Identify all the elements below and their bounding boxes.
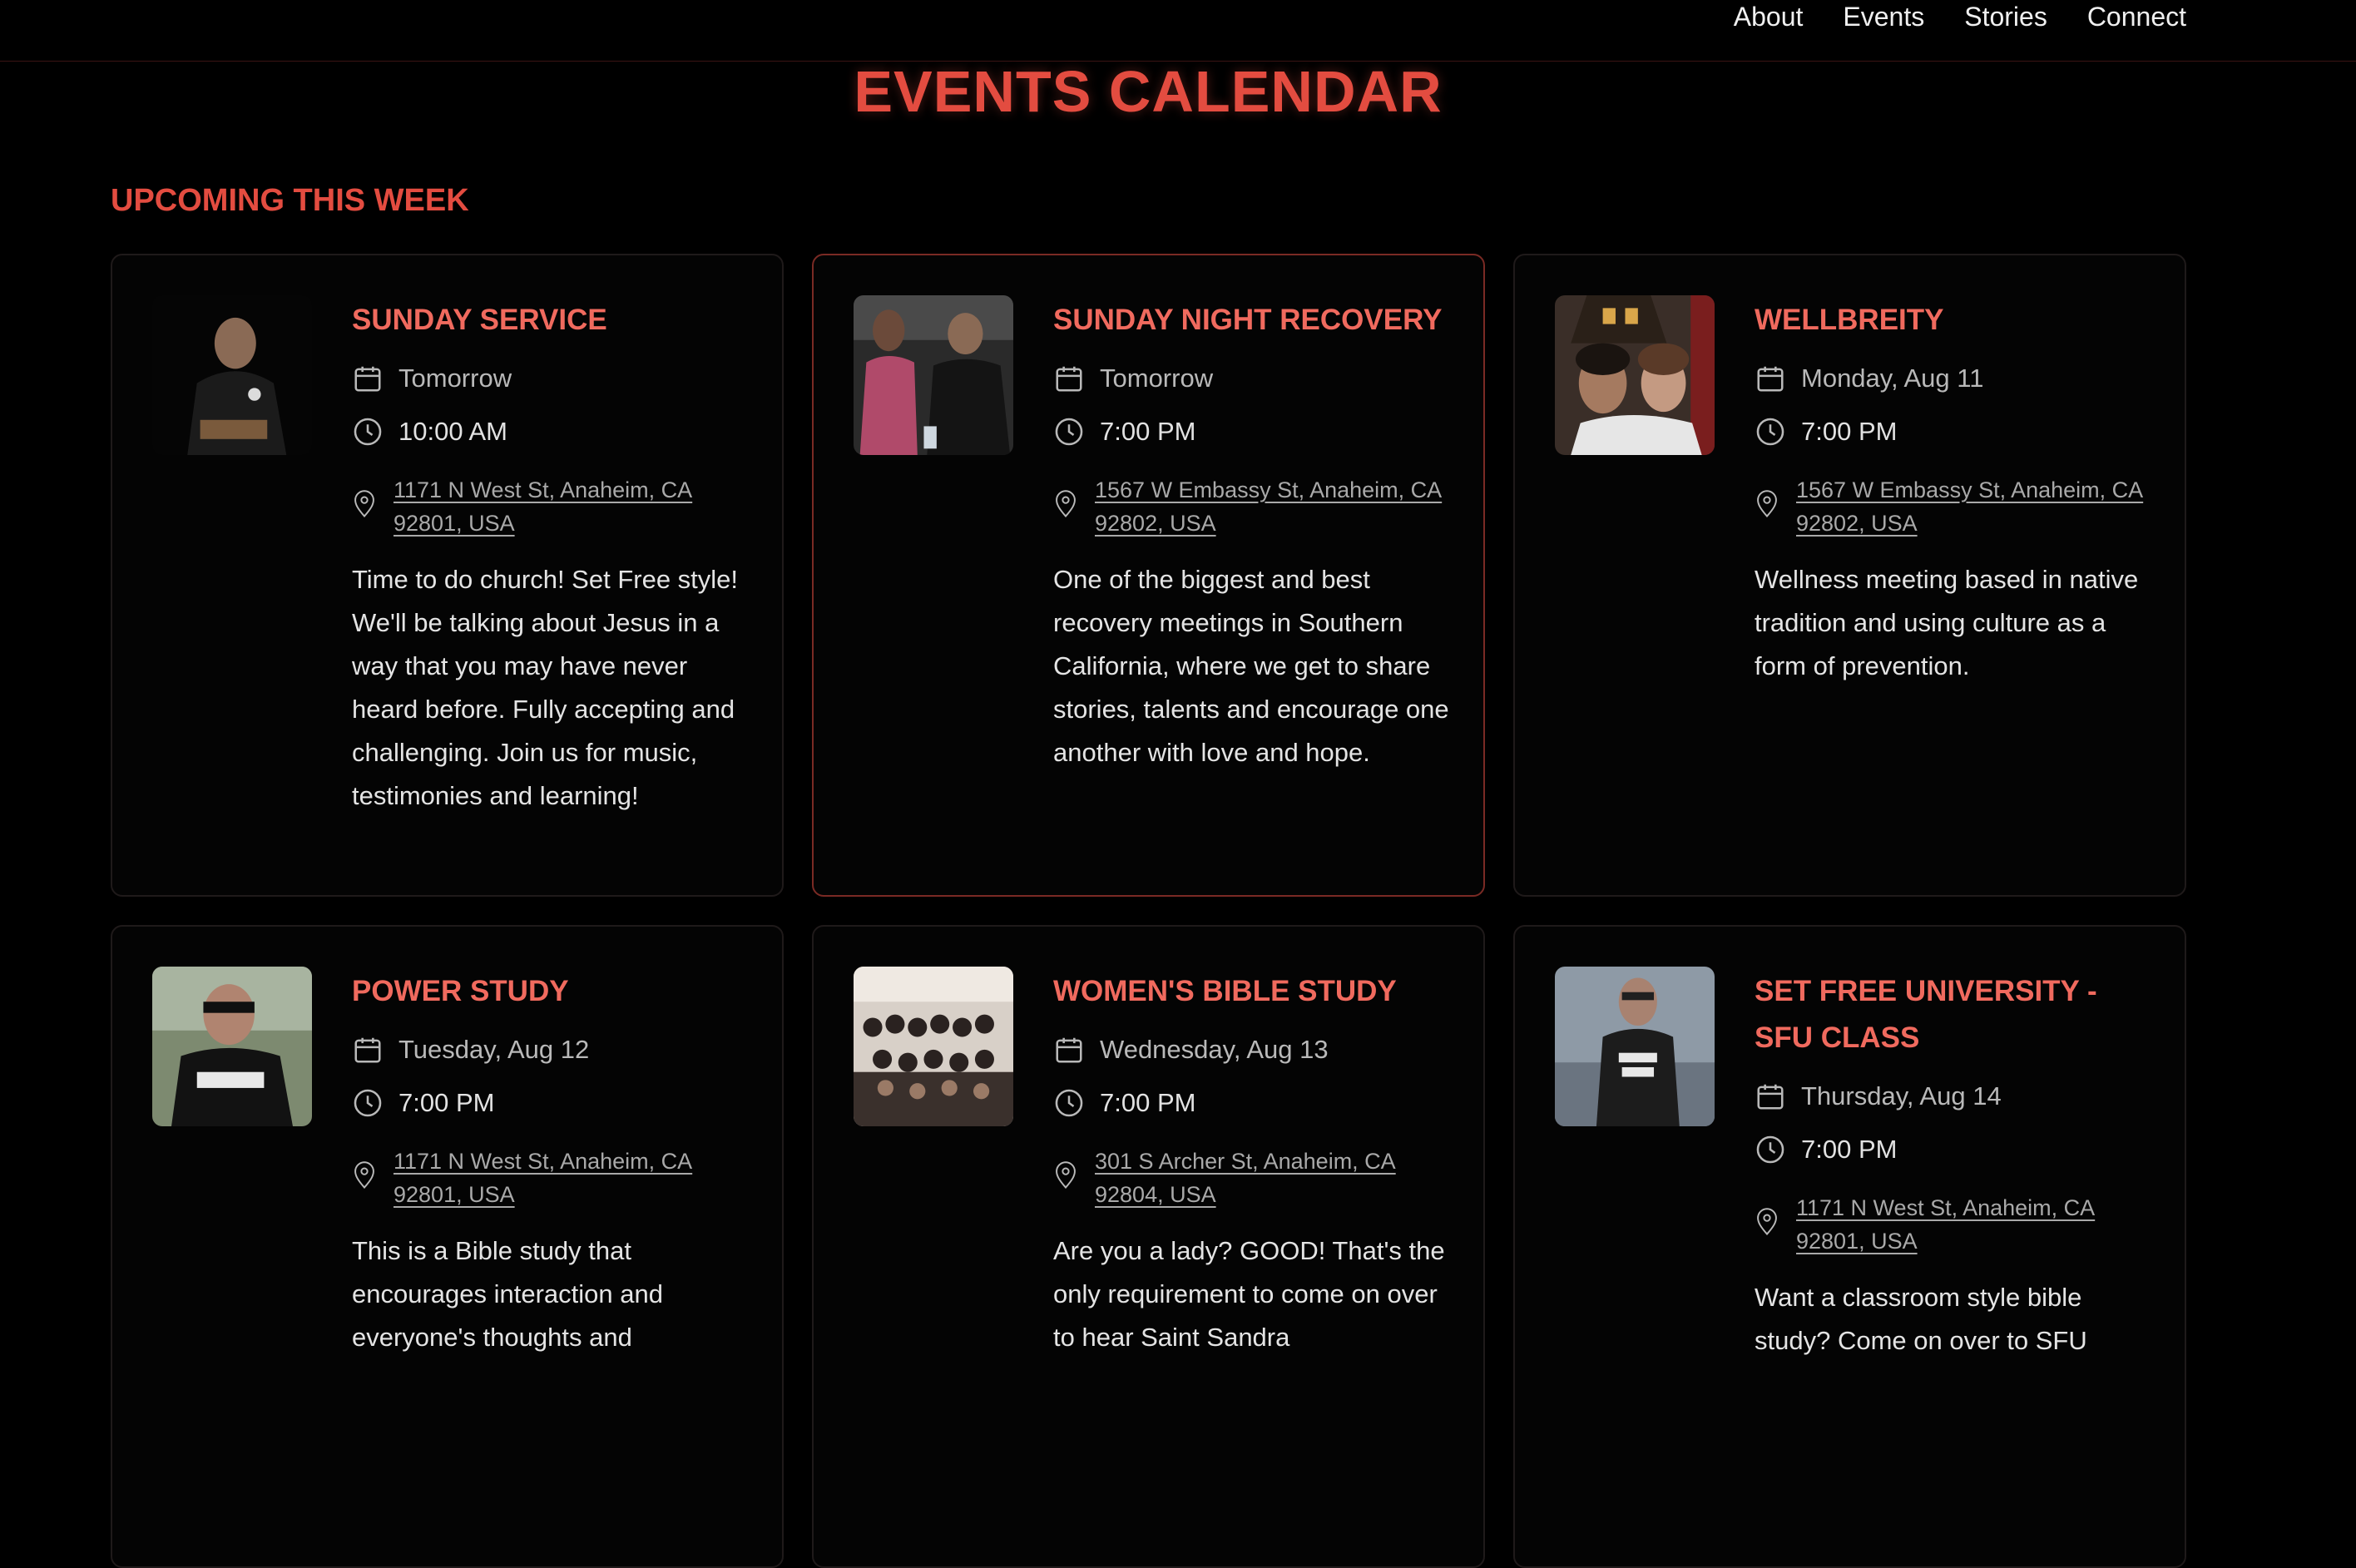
nav-link-events[interactable]: Events [1843,0,1924,33]
calendar-icon [1056,366,1082,392]
event-title: SUNDAY SERVICE [352,304,607,336]
event-description: This is a Bible study that encourages in… [352,1236,663,1352]
event-time-row: 7:00 PM [1755,405,2151,458]
event-location: 1171 N West St, Anaheim, CA 92801, USA [352,473,749,540]
top-navigation-bar: About Events Stories Connect [0,0,2356,62]
event-photo [1555,967,1715,1126]
event-title: WELLBREITY [1755,304,1944,336]
event-date: Wednesday, Aug 13 [1100,1035,1329,1064]
event-card-sunday-service[interactable]: SUNDAY SERVICE Tomorrow 10:00 AM 1171 N … [111,254,784,897]
event-time: 7:00 PM [1801,417,1898,446]
event-address-link[interactable]: 1171 N West St, Anaheim, CA 92801, USA [1796,1191,2151,1258]
event-date-row: Thursday, Aug 14 [1755,1070,2151,1123]
section-title: UPCOMING THIS WEEK [111,183,469,218]
map-pin-icon [1056,490,1076,518]
event-address-link[interactable]: 1567 W Embassy St, Anaheim, CA 92802, US… [1095,473,1450,540]
event-card-set-free-university[interactable]: SET FREE UNIVERSITY - SFU CLASS Thursday… [1513,925,2186,1568]
event-description: Time to do church! Set Free style! We'll… [352,565,739,810]
event-description: Wellness meeting based in native traditi… [1755,565,2139,680]
map-pin-icon [1757,1208,1777,1236]
event-date: Tomorrow [1100,364,1214,393]
event-card-sunday-night-recovery[interactable]: SUNDAY NIGHT RECOVERY Tomorrow 7:00 PM 1… [812,254,1485,897]
event-time-row: 7:00 PM [1755,1123,2151,1176]
event-time-row: 7:00 PM [1053,1076,1450,1130]
event-card-womens-bible-study[interactable]: WOMEN'S BIBLE STUDY Wednesday, Aug 13 7:… [812,925,1485,1568]
event-date-row: Monday, Aug 11 [1755,352,2151,405]
event-photo [1555,295,1715,455]
event-location: 1567 W Embassy St, Anaheim, CA 92802, US… [1755,473,2151,540]
event-date-row: Tuesday, Aug 12 [352,1023,749,1076]
clock-icon [1055,418,1083,446]
event-address-link[interactable]: 1171 N West St, Anaheim, CA 92801, USA [393,473,749,540]
event-time-row: 7:00 PM [1053,405,1450,458]
page-title: EVENTS CALENDAR [854,59,1443,124]
event-card-wellbreity[interactable]: WELLBREITY Monday, Aug 11 7:00 PM 1567 W… [1513,254,2186,897]
calendar-icon [1757,1084,1784,1110]
nav-link-connect[interactable]: Connect [2087,0,2186,33]
calendar-icon [1757,366,1784,392]
clock-icon [1756,418,1784,446]
event-address-link[interactable]: 1171 N West St, Anaheim, CA 92801, USA [393,1145,749,1211]
event-time: 7:00 PM [1801,1135,1898,1164]
clock-icon [354,418,382,446]
event-location: 301 S Archer St, Anaheim, CA 92804, USA [1053,1145,1450,1211]
event-date: Tuesday, Aug 12 [398,1035,590,1064]
map-pin-icon [1056,1161,1076,1190]
event-title: SUNDAY NIGHT RECOVERY [1053,304,1443,336]
event-photo [854,295,1013,455]
map-pin-icon [354,1161,374,1190]
event-address-link[interactable]: 1567 W Embassy St, Anaheim, CA 92802, US… [1796,473,2151,540]
event-time: 10:00 AM [398,417,507,446]
clock-icon [354,1089,382,1117]
event-time-row: 7:00 PM [352,1076,749,1130]
event-time: 7:00 PM [1100,1088,1196,1117]
event-title: POWER STUDY [352,975,569,1007]
main-nav: About Events Stories Connect [1734,0,2186,33]
events-grid: SUNDAY SERVICE Tomorrow 10:00 AM 1171 N … [111,254,2186,1568]
event-card-power-study[interactable]: POWER STUDY Tuesday, Aug 12 7:00 PM 1171… [111,925,784,1568]
event-location: 1567 W Embassy St, Anaheim, CA 92802, US… [1053,473,1450,540]
event-photo [152,295,312,455]
event-address-link[interactable]: 301 S Archer St, Anaheim, CA 92804, USA [1095,1145,1450,1211]
calendar-icon [354,366,381,392]
clock-icon [1756,1135,1784,1164]
event-location: 1171 N West St, Anaheim, CA 92801, USA [1755,1191,2151,1258]
event-time: 7:00 PM [1100,417,1196,446]
nav-link-stories[interactable]: Stories [1964,0,2047,33]
event-date: Tomorrow [398,364,512,393]
event-date: Monday, Aug 11 [1801,364,1984,393]
event-date-row: Tomorrow [1053,352,1450,405]
event-time: 7:00 PM [398,1088,495,1117]
calendar-icon [354,1037,381,1063]
event-title: SET FREE UNIVERSITY - SFU CLASS [1755,975,2097,1054]
event-date-row: Tomorrow [352,352,749,405]
calendar-icon [1056,1037,1082,1063]
event-date: Thursday, Aug 14 [1801,1081,2002,1110]
event-description: One of the biggest and best recovery mee… [1053,565,1449,767]
event-location: 1171 N West St, Anaheim, CA 92801, USA [352,1145,749,1211]
event-description: Are you a lady? GOOD! That's the only re… [1053,1236,1445,1352]
map-pin-icon [1757,490,1777,518]
event-description: Want a classroom style bible study? Come… [1755,1283,2087,1355]
event-title: WOMEN'S BIBLE STUDY [1053,975,1397,1007]
event-photo [854,967,1013,1126]
event-photo [152,967,312,1126]
clock-icon [1055,1089,1083,1117]
nav-link-about[interactable]: About [1734,0,1804,33]
map-pin-icon [354,490,374,518]
event-time-row: 10:00 AM [352,405,749,458]
event-date-row: Wednesday, Aug 13 [1053,1023,1450,1076]
